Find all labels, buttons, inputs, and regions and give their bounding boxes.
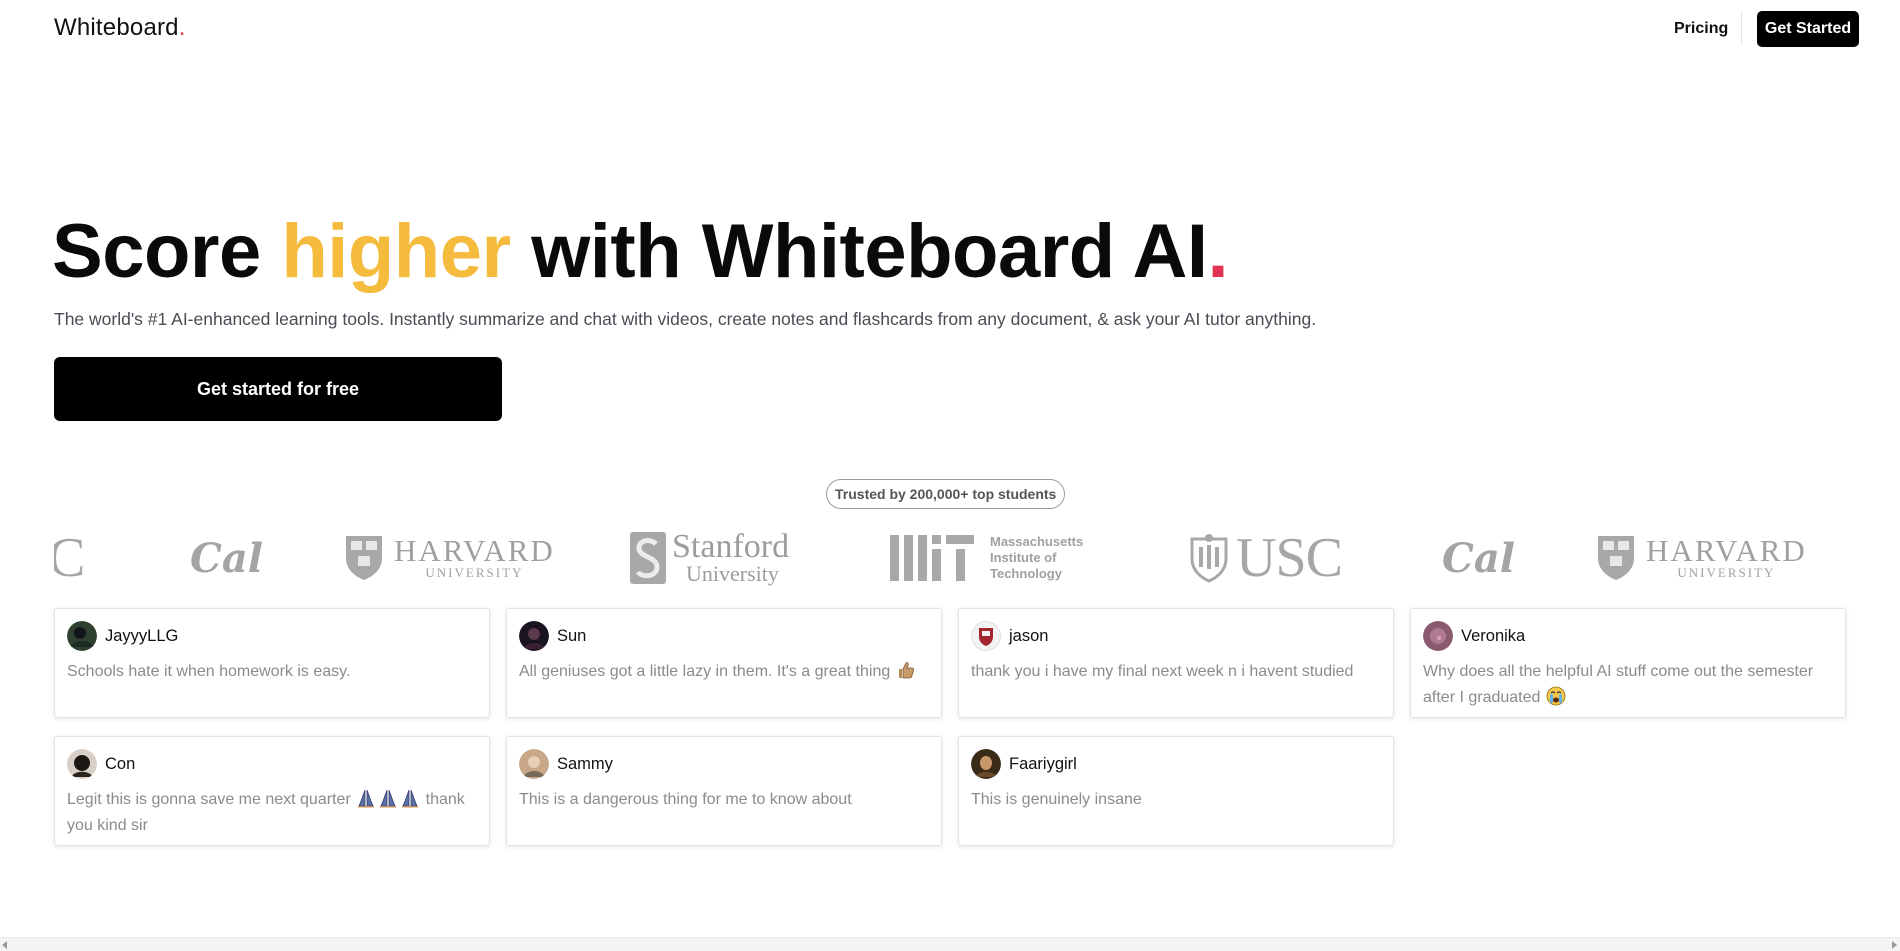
testimonial-card: Sun All geniuses got a little lazy in th… <box>506 608 942 718</box>
thumbs-up-icon <box>898 662 914 679</box>
harvard-logo-repeat: HARVARD UNIVERSITY <box>1596 528 1807 588</box>
testimonial-card: Faariygirl This is genuinely insane <box>958 736 1394 846</box>
testimonial-text-body: Legit this is gonna save me next quarter <box>67 791 351 808</box>
testimonial-text: Why does all the helpful AI stuff come o… <box>1423 659 1833 711</box>
cal-logo-text: Cal <box>1442 534 1515 582</box>
testimonial-card: Sammy This is a dangerous thing for me t… <box>506 736 942 846</box>
testimonial-card: Con Legit this is gonna save me next qua… <box>54 736 490 846</box>
praying-hands-icon <box>358 789 375 808</box>
hero-title-part2: with Whiteboard AI <box>510 209 1208 294</box>
logo-text: Whiteboard <box>54 14 179 41</box>
whiteboard-logo[interactable]: Whiteboard. <box>54 14 186 42</box>
usc-logo-partial: C <box>54 528 85 588</box>
get-started-free-button[interactable]: Get started for free <box>54 357 502 421</box>
usc-crest-icon <box>1190 534 1228 583</box>
testimonial-text-body: All geniuses got a little lazy in them. … <box>519 663 891 680</box>
avatar <box>1423 621 1453 651</box>
hero-title-dot: . <box>1207 209 1229 294</box>
horizontal-scrollbar[interactable] <box>0 937 1900 951</box>
stanford-sub: University <box>686 561 779 586</box>
scroll-right-icon[interactable] <box>1892 941 1897 949</box>
testimonial-text: Legit this is gonna save me next quarter… <box>67 787 477 839</box>
cal-logo-repeat: Cal <box>1442 528 1515 588</box>
harvard-shield-icon <box>1598 536 1634 580</box>
avatar <box>519 749 549 779</box>
get-started-button[interactable]: Get Started <box>1757 11 1859 47</box>
avatar <box>971 749 1001 779</box>
avatar <box>971 621 1001 651</box>
trusted-badge: Trusted by 200,000+ top students <box>826 479 1066 509</box>
harvard-name: HARVARD <box>394 533 555 568</box>
testimonial-text: This is a dangerous thing for me to know… <box>519 791 852 808</box>
testimonial-name: Con <box>105 754 136 773</box>
hero-subtitle: The world's #1 AI-enhanced learning tool… <box>54 309 1317 329</box>
stanford-name: Stanford <box>672 528 790 565</box>
testimonial-text: Schools hate it when homework is easy. <box>67 663 351 680</box>
testimonial-name: Veronika <box>1461 626 1526 645</box>
testimonial-text: thank you i have my final next week n i … <box>971 663 1354 680</box>
logo-dot: . <box>178 14 186 41</box>
testimonial-card: jason thank you i have my final next wee… <box>958 608 1394 718</box>
mit-line1: Massachusetts <box>990 534 1084 549</box>
harvard-sub: UNIVERSITY <box>1677 565 1776 580</box>
harvard-logo: HARVARD UNIVERSITY <box>344 528 555 588</box>
testimonial-name: jason <box>1009 626 1049 645</box>
avatar <box>67 621 97 651</box>
testimonial-card: Veronika Why does all the helpful AI stu… <box>1410 608 1846 718</box>
testimonial-name: Sammy <box>557 754 613 773</box>
usc-text: USC <box>1236 528 1343 588</box>
mit-line3: Technology <box>990 566 1062 581</box>
testimonial-name: Sun <box>557 626 587 645</box>
hero-title-accent: higher <box>281 209 511 294</box>
avatar <box>67 749 97 779</box>
cal-logo-text: Cal <box>190 534 263 582</box>
testimonial-name: Faariygirl <box>1009 754 1077 773</box>
scroll-left-icon[interactable] <box>2 941 7 949</box>
usc-logo: USC <box>1188 528 1343 588</box>
crying-face-icon <box>1546 686 1566 706</box>
testimonial-name: JayyyLLG <box>105 626 179 645</box>
hero-title: Score higher with Whiteboard AI. <box>52 208 1229 295</box>
testimonial-card: JayyyLLG Schools hate it when homework i… <box>54 608 490 718</box>
harvard-name: HARVARD <box>1646 533 1807 568</box>
mit-logo: Massachusetts Institute of Technology <box>890 528 1083 588</box>
mit-bars-icon <box>890 535 974 581</box>
nav-divider <box>1741 12 1742 45</box>
cal-logo: Cal <box>190 528 263 588</box>
harvard-sub: UNIVERSITY <box>425 565 524 580</box>
avatar <box>519 621 549 651</box>
usc-partial-text: C <box>54 528 86 588</box>
stanford-s-icon <box>630 532 666 584</box>
praying-hands-icon <box>402 789 419 808</box>
testimonial-text: This is genuinely insane <box>971 791 1142 808</box>
nav-pricing-link[interactable]: Pricing <box>1674 20 1728 38</box>
testimonial-text-body: Why does all the helpful AI stuff come o… <box>1423 663 1814 706</box>
harvard-shield-icon <box>346 536 382 580</box>
university-logos-strip: C Cal HARVARD UNIVERSITY Stanford Univer… <box>54 528 1846 588</box>
stanford-logo: Stanford University <box>630 528 789 588</box>
site-header: Whiteboard. Pricing Get Started <box>0 0 1900 58</box>
hero-title-part1: Score <box>52 209 282 294</box>
praying-hands-icon <box>380 789 397 808</box>
mit-line2: Institute of <box>990 550 1057 565</box>
testimonial-text: All geniuses got a little lazy in them. … <box>519 659 929 685</box>
